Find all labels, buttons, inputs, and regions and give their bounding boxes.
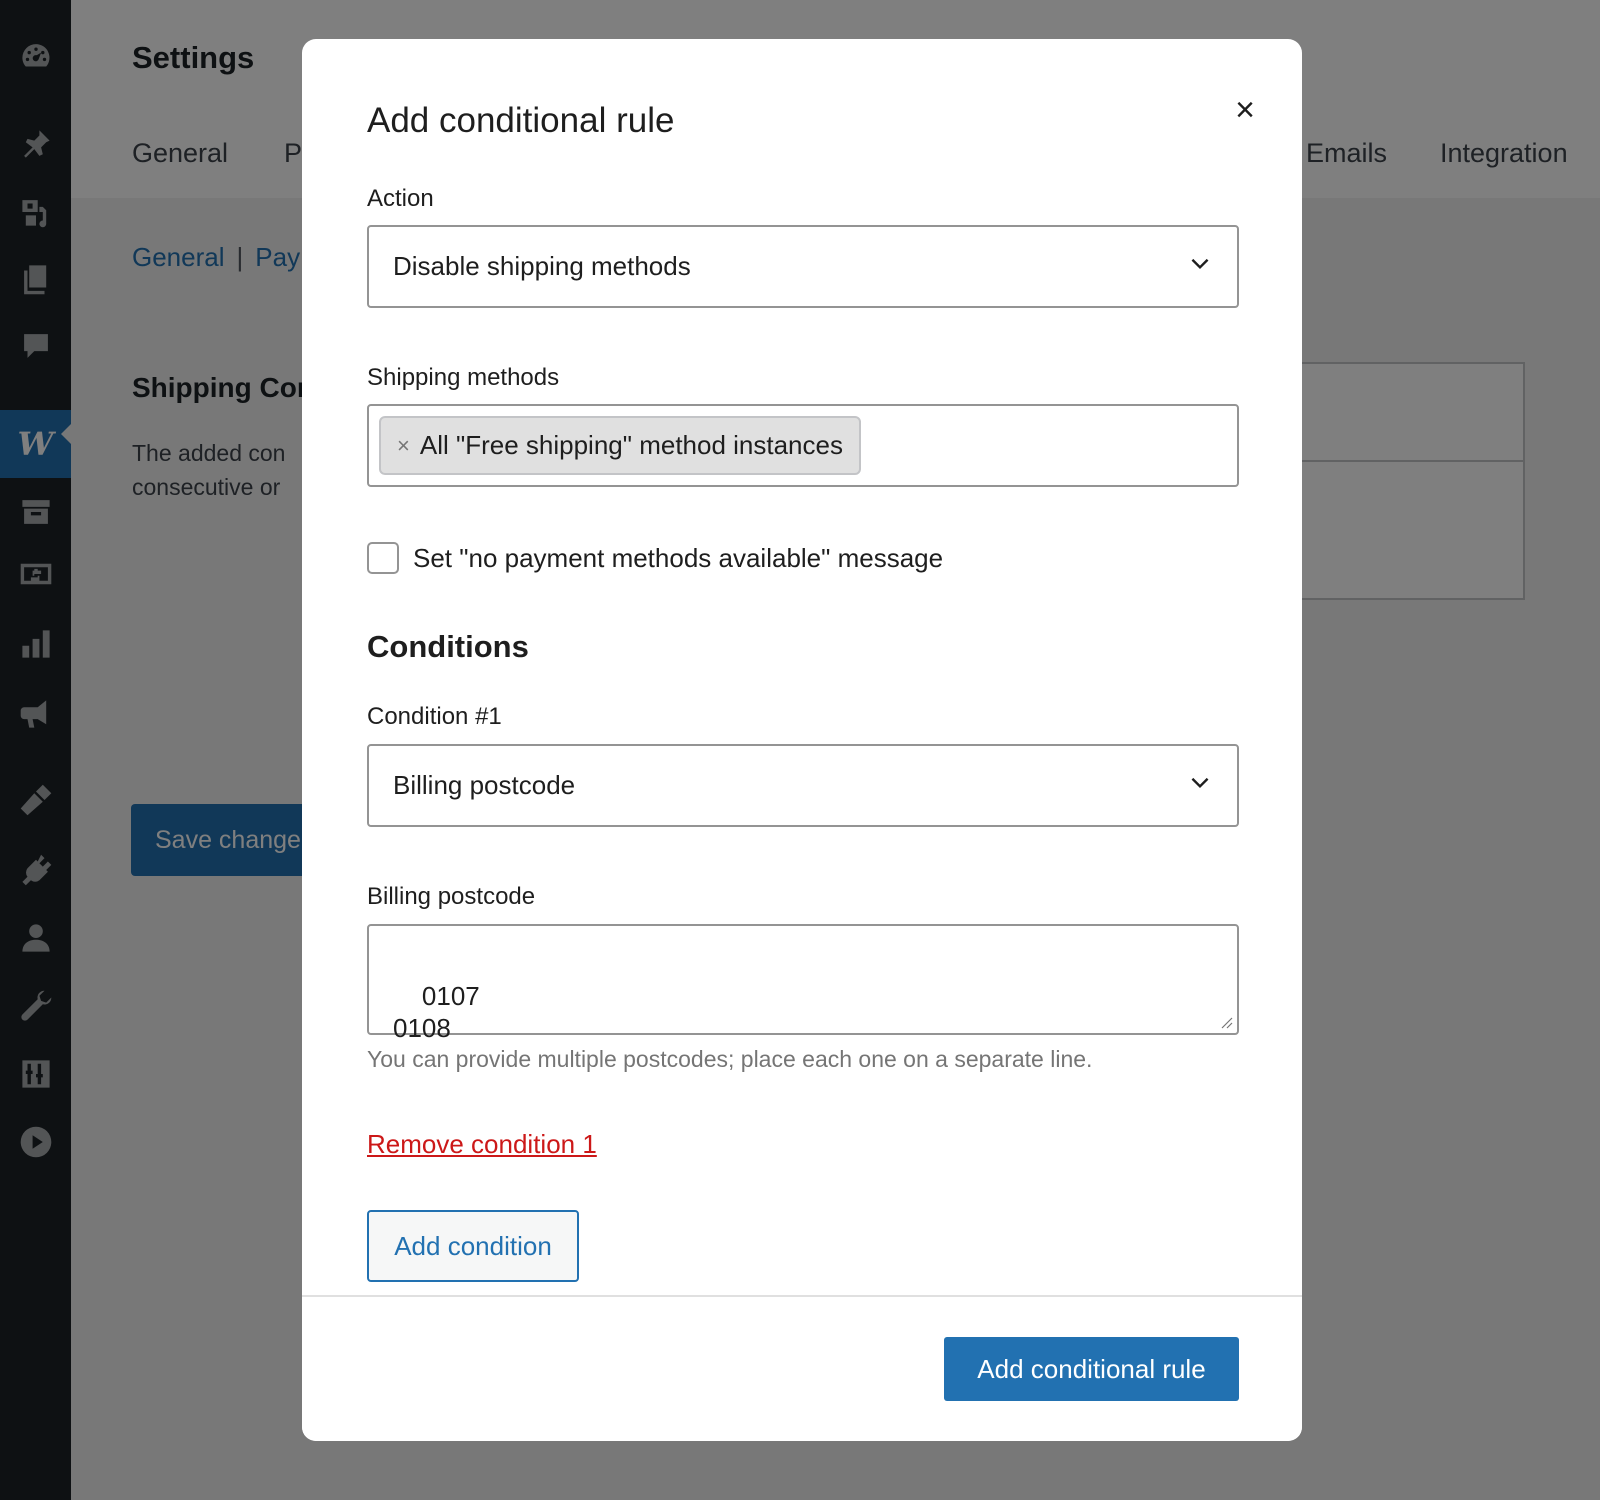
no-payment-message-label[interactable]: Set "no payment methods available" messa… <box>413 543 943 574</box>
modal-title: Add conditional rule <box>367 101 675 140</box>
resize-grip-icon[interactable] <box>1219 1015 1233 1029</box>
billing-postcode-textarea[interactable]: 0107 0108 <box>367 924 1239 1043</box>
add-condition-button[interactable]: Add condition <box>367 1210 579 1282</box>
modal-footer: Add conditional rule <box>302 1295 1302 1441</box>
shipping-methods-multiselect[interactable]: × All "Free shipping" method instances <box>367 404 1239 487</box>
billing-postcode-label: Billing postcode <box>367 883 536 910</box>
remove-condition-link[interactable]: Remove condition 1 <box>367 1129 597 1160</box>
no-payment-message-option: Set "no payment methods available" messa… <box>367 542 943 574</box>
condition-1-select-value: Billing postcode <box>393 770 576 800</box>
action-label: Action <box>367 185 434 212</box>
chevron-down-icon <box>1187 769 1213 802</box>
billing-postcode-value: 0107 0108 <box>393 981 480 1043</box>
action-select-value: Disable shipping methods <box>393 251 691 281</box>
conditions-heading: Conditions <box>367 629 529 664</box>
condition-1-label: Condition #1 <box>367 703 502 730</box>
add-conditional-rule-modal: Add conditional rule × Action Disable sh… <box>302 39 1302 1441</box>
action-select[interactable]: Disable shipping methods <box>367 225 1239 308</box>
close-icon[interactable]: × <box>1226 91 1264 129</box>
add-conditional-rule-button[interactable]: Add conditional rule <box>944 1337 1239 1401</box>
shipping-methods-label: Shipping methods <box>367 364 560 391</box>
shipping-method-token: × All "Free shipping" method instances <box>379 416 861 475</box>
token-label: All "Free shipping" method instances <box>419 430 843 460</box>
condition-1-select[interactable]: Billing postcode <box>367 744 1239 827</box>
postcode-help-text: You can provide multiple postcodes; plac… <box>367 1046 1093 1072</box>
token-remove-icon[interactable]: × <box>397 433 410 459</box>
chevron-down-icon <box>1187 250 1213 283</box>
no-payment-message-checkbox[interactable] <box>367 542 399 574</box>
